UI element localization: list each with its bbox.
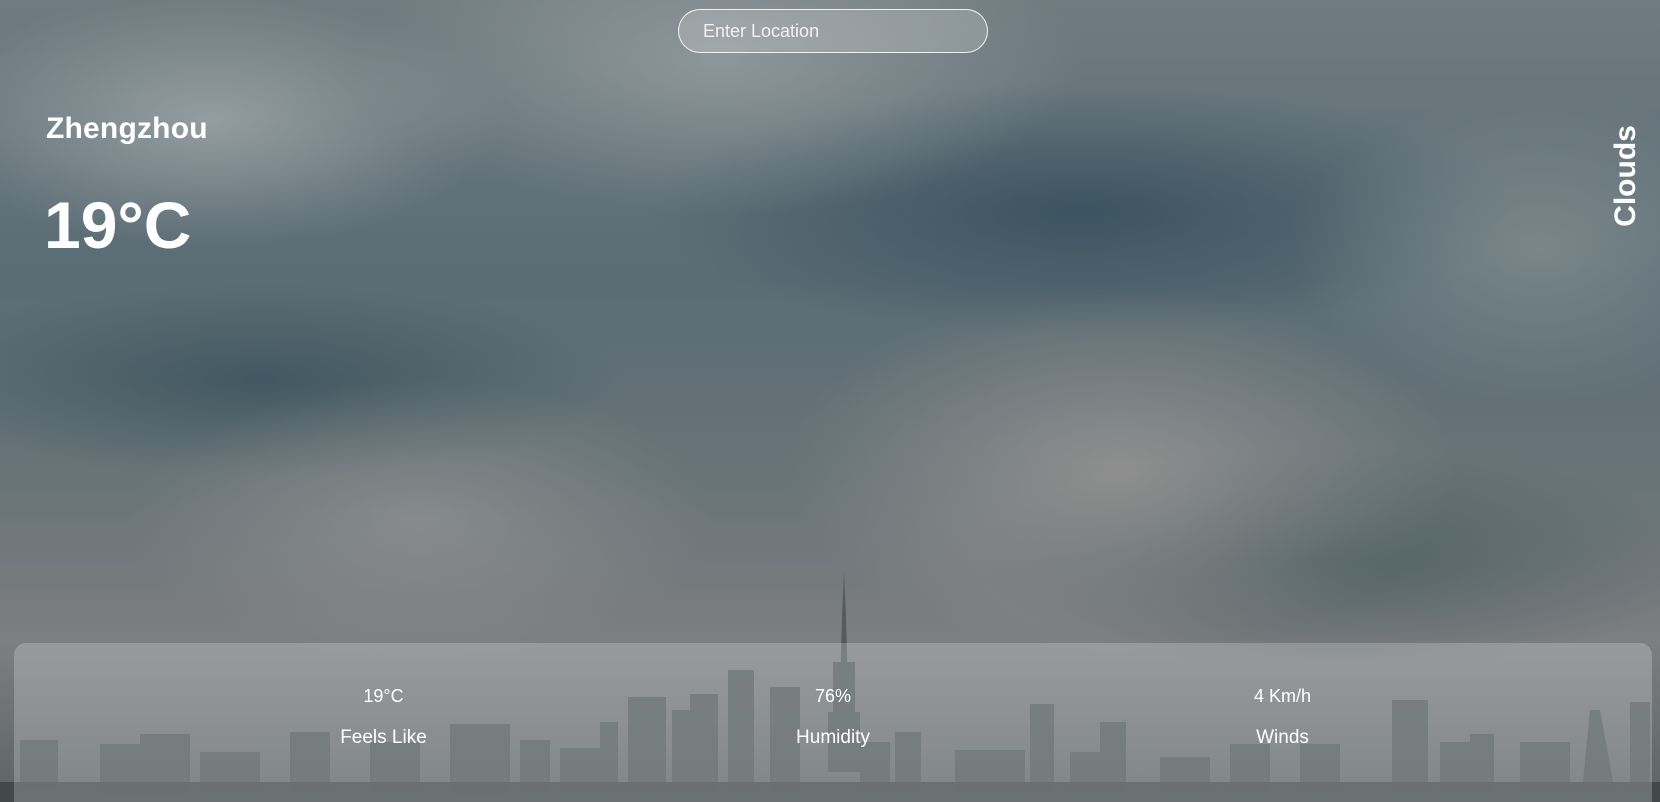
weather-stats-panel: 19°C Feels Like 76% Humidity 4 Km/h Wind… — [14, 643, 1652, 802]
weather-app: Zhengzhou 19°C Clouds 19°C Feels Like 76… — [0, 0, 1660, 802]
weather-description-text: Clouds — [1609, 125, 1642, 227]
humidity-stat: 76% Humidity — [753, 686, 913, 749]
feels-like-stat: 19°C Feels Like — [304, 686, 464, 749]
humidity-label: Humidity — [796, 727, 870, 748]
winds-label: Winds — [1256, 727, 1309, 748]
weather-description: Clouds — [1606, 116, 1646, 236]
city-name: Zhengzhou — [46, 112, 208, 145]
winds-value: 4 Km/h — [1253, 686, 1312, 706]
search-bar — [678, 9, 988, 53]
humidity-value: 76% — [814, 686, 852, 706]
location-search-input[interactable] — [678, 9, 988, 53]
winds-stat: 4 Km/h Winds — [1203, 686, 1363, 749]
current-temperature: 19°C — [44, 188, 192, 262]
feels-like-value: 19°C — [363, 686, 404, 706]
feels-like-label: Feels Like — [340, 727, 427, 748]
